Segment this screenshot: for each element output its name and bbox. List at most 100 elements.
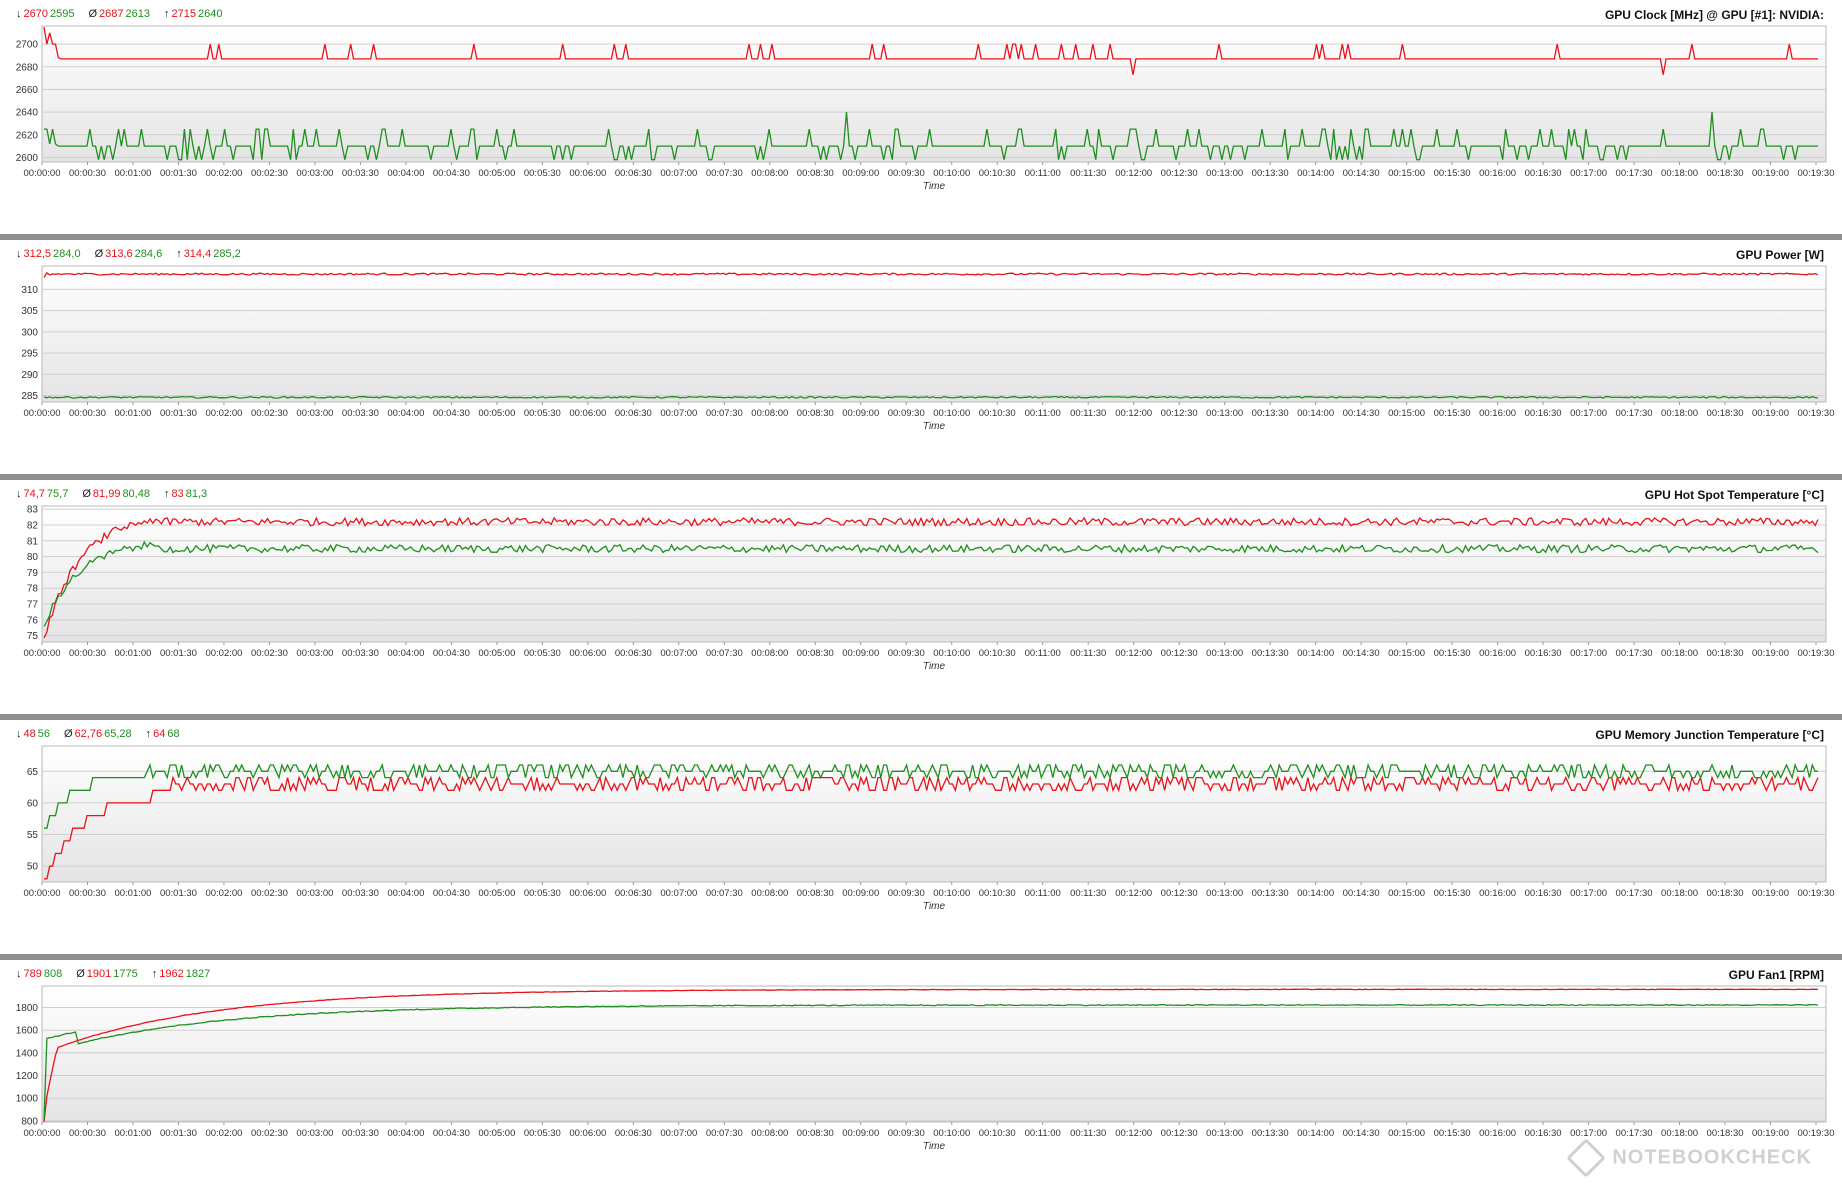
- x-tick-label: 00:19:00: [1752, 1128, 1789, 1139]
- x-tick-label: 00:05:30: [524, 1128, 561, 1139]
- x-tick-label: 00:15:30: [1434, 168, 1471, 179]
- x-tick-label: 00:09:30: [888, 168, 925, 179]
- x-tick-label: 00:01:30: [160, 408, 197, 419]
- x-tick-label: 00:07:00: [660, 1128, 697, 1139]
- x-tick-label: 00:15:00: [1388, 648, 1425, 659]
- max-value-2: 285,2: [213, 248, 241, 260]
- x-axis-label: Time: [923, 181, 946, 192]
- x-axis-label: Time: [923, 901, 946, 912]
- x-tick-label: 00:14:30: [1343, 648, 1380, 659]
- avg-icon: Ø: [82, 488, 91, 500]
- y-tick-label: 77: [27, 600, 39, 611]
- x-tick-label: 00:08:00: [751, 168, 788, 179]
- x-tick-label: 00:18:00: [1661, 648, 1698, 659]
- x-tick-label: 00:06:00: [569, 408, 606, 419]
- avg-value-2: 80,48: [122, 488, 150, 500]
- x-tick-label: 00:10:00: [933, 168, 970, 179]
- x-tick-label: 00:14:00: [1297, 408, 1334, 419]
- y-tick-label: 800: [21, 1116, 38, 1127]
- min-value: 312,5: [23, 248, 52, 260]
- x-tick-label: 00:09:00: [842, 648, 879, 659]
- y-tick-label: 1800: [16, 1003, 39, 1014]
- x-tick-label: 00:02:30: [251, 888, 288, 899]
- x-tick-label: 00:02:00: [205, 1128, 242, 1139]
- x-tick-label: 00:08:30: [797, 1128, 834, 1139]
- chart-title: GPU Power [W]: [1735, 248, 1824, 262]
- x-tick-label: 00:08:00: [751, 648, 788, 659]
- avg-value-2: 65,28: [104, 728, 132, 740]
- y-tick-label: 310: [21, 285, 38, 296]
- x-tick-label: 00:00:00: [24, 888, 61, 899]
- x-tick-label: 00:12:30: [1161, 888, 1198, 899]
- x-tick-label: 00:01:00: [114, 168, 151, 179]
- y-tick-label: 79: [27, 568, 39, 579]
- min-value-2: 284,0: [53, 248, 81, 260]
- x-tick-label: 00:15:00: [1388, 1128, 1425, 1139]
- min-value-2: 56: [37, 728, 50, 740]
- x-tick-label: 00:01:30: [160, 648, 197, 659]
- chart-svg: 75 76 77 78 79 80 81 82 83 00:00:00 00:00:30 00:01:…: [24, 505, 1835, 672]
- max-icon: ↑: [164, 8, 170, 20]
- plot-area: [41, 265, 1827, 403]
- x-tick-label: 00:12:00: [1115, 1128, 1152, 1139]
- x-tick-label: 00:19:30: [1798, 648, 1835, 659]
- x-tick-label: 00:09:30: [888, 1128, 925, 1139]
- min-icon: ↓: [16, 488, 22, 500]
- x-tick-label: 00:18:30: [1707, 648, 1744, 659]
- stats-readout: ↓ 74,7 75,7 Ø 81,99 80,48 ↑ 83 81,3: [16, 488, 209, 500]
- x-tick-label: 00:12:00: [1115, 408, 1152, 419]
- x-tick-label: 00:00:00: [24, 168, 61, 179]
- x-tick-label: 00:14:30: [1343, 408, 1380, 419]
- x-tick-label: 00:08:30: [797, 168, 834, 179]
- x-tick-label: 00:05:30: [524, 888, 561, 899]
- x-tick-label: 00:07:00: [660, 408, 697, 419]
- avg-value: 81,99: [92, 488, 121, 500]
- x-tick-label: 00:16:00: [1479, 888, 1516, 899]
- x-tick-label: 00:01:00: [114, 408, 151, 419]
- x-tick-label: 00:02:30: [251, 1128, 288, 1139]
- y-tick-label: 2680: [16, 62, 39, 73]
- x-tick-label: 00:06:30: [615, 1128, 652, 1139]
- x-tick-label: 00:04:00: [387, 888, 424, 899]
- x-tick-label: 00:19:00: [1752, 168, 1789, 179]
- x-tick-label: 00:17:00: [1570, 168, 1607, 179]
- x-tick-label: 00:10:30: [979, 168, 1016, 179]
- chart-svg: 285 290 295 300 305 310 00:00:00 00:00:30 00:01:…: [21, 265, 1834, 432]
- y-tick-label: 81: [27, 536, 39, 547]
- x-tick-label: 00:03:00: [296, 168, 333, 179]
- avg-icon: Ø: [94, 248, 104, 260]
- x-tick-label: 00:03:00: [296, 1128, 333, 1139]
- y-tick-label: 76: [27, 615, 39, 626]
- x-tick-label: 00:10:30: [979, 888, 1016, 899]
- x-tick-label: 00:00:30: [69, 1128, 106, 1139]
- y-tick-label: 60: [27, 798, 39, 809]
- plot-area: [41, 505, 1827, 643]
- x-tick-label: 00:18:00: [1661, 1128, 1698, 1139]
- y-tick-label: 55: [27, 830, 39, 841]
- x-tick-label: 00:19:00: [1752, 888, 1789, 899]
- x-tick-label: 00:19:30: [1798, 888, 1835, 899]
- x-tick-label: 00:04:30: [433, 1128, 470, 1139]
- x-tick-label: 00:09:30: [888, 408, 925, 419]
- watermark: NOTEBOOKCHECK: [1566, 1138, 1812, 1178]
- x-tick-label: 00:17:30: [1616, 1128, 1653, 1139]
- notebookcheck-logo-icon: [1566, 1138, 1607, 1178]
- x-tick-label: 00:05:30: [524, 408, 561, 419]
- x-tick-label: 00:02:00: [205, 408, 242, 419]
- max-value-2: 2640: [197, 8, 223, 20]
- x-tick-label: 00:03:30: [342, 168, 379, 179]
- x-tick-label: 00:16:00: [1479, 168, 1516, 179]
- max-value-2: 1827: [185, 968, 211, 980]
- x-tick-label: 00:12:30: [1161, 408, 1198, 419]
- x-tick-label: 00:07:00: [660, 648, 697, 659]
- y-tick-label: 75: [27, 631, 39, 642]
- chart-svg: 50 55 60 65 00:00:00 00:00:30 00:01:00 00:01:30…: [24, 745, 1835, 912]
- x-tick-label: 00:11:00: [1025, 648, 1061, 659]
- y-tick-label: 300: [21, 327, 38, 338]
- y-tick-label: 83: [27, 505, 39, 516]
- x-tick-label: 00:16:30: [1525, 408, 1562, 419]
- avg-value: 1901: [86, 968, 112, 980]
- x-tick-label: 00:18:30: [1707, 888, 1744, 899]
- x-tick-label: 00:06:00: [569, 648, 606, 659]
- x-tick-label: 00:11:30: [1070, 888, 1106, 899]
